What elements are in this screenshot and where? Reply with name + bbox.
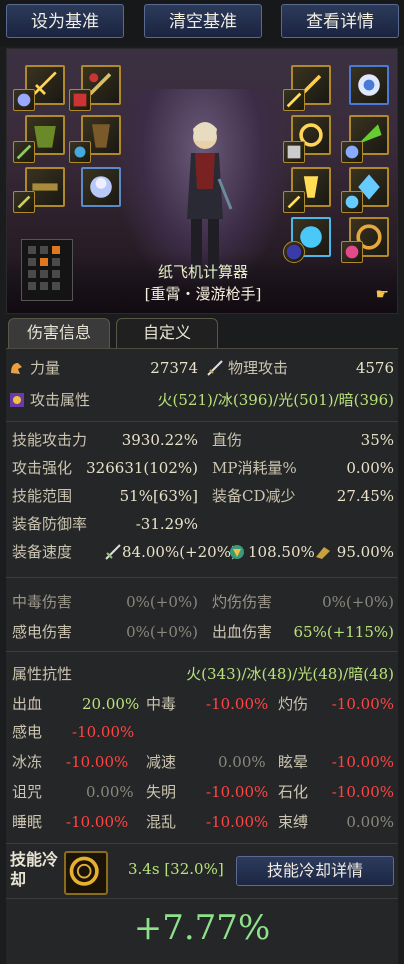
equip-slot-orb[interactable] [283, 241, 305, 263]
cooldown-label: 技能冷却 [10, 850, 59, 889]
resist-row-5: 睡眠 -10.00% 混乱 -10.00% 束缚 0.00% [12, 813, 394, 831]
equip-slot-emblem[interactable] [349, 65, 389, 105]
attack-boost-row: 攻击强化 326631(102%) MP消耗量% 0.00% [12, 459, 394, 477]
skill-range-row: 技能范围 51%[63%] 装备CD减少 27.45% [12, 487, 394, 505]
equip-slot-avatar-e[interactable] [283, 89, 305, 111]
equip-speed-row: 装备速度 84.00%(+20%) 108.50% 95.00% [12, 543, 394, 561]
equip-slot-avatar-d[interactable] [13, 191, 35, 213]
cooldown-ring-icon[interactable] [64, 851, 108, 895]
tab-bar: 伤害信息 自定义 [6, 316, 398, 349]
equip-slot-pet[interactable] [81, 167, 121, 207]
element-resist-row: 属性抗性 火(343)/冰(48)/光(48)/暗(48) [12, 665, 394, 683]
element-icon [10, 393, 24, 407]
shock-bleed-row: 感电伤害 0%(+0%) 出血伤害 65%(+115%) [12, 623, 394, 641]
character-class: [重霄・漫游枪手] [144, 285, 262, 303]
clear-baseline-button[interactable]: 清空基准 [144, 4, 262, 38]
equip-slot-avatar-c[interactable] [69, 141, 91, 163]
character-name: 纸飞机计算器 [157, 263, 248, 281]
phys-attack-value: 4576 [355, 359, 394, 377]
element-row: 攻击属性 火(521)/冰(396)/光(501)/暗(396) [6, 387, 398, 413]
equip-slot-avatar-a[interactable] [69, 89, 91, 111]
damage-change-percent: +7.77% [133, 908, 271, 948]
equip-slot-avatar-i[interactable] [341, 191, 363, 213]
tab-damage-info[interactable]: 伤害信息 [8, 318, 110, 348]
cooldown-details-button[interactable]: 技能冷却详情 [236, 856, 394, 886]
view-details-button[interactable]: 查看详情 [281, 4, 399, 38]
skill-attack-row: 技能攻击力 3930.22% 直伤 35% [12, 431, 394, 449]
set-baseline-button[interactable]: 设为基准 [6, 4, 124, 38]
equip-slot-avatar-f[interactable] [283, 141, 305, 163]
defense-pen-row: 装备防御率 -31.29% [12, 515, 198, 533]
pointer-hand-icon[interactable]: ☛ [376, 285, 389, 303]
cooldown-value: 3.4s [32.0%] [128, 860, 224, 878]
strength-icon [11, 363, 22, 374]
tab-custom[interactable]: 自定义 [116, 318, 218, 348]
sword-icon [207, 360, 223, 376]
equip-slot-avatar-g[interactable] [341, 141, 363, 163]
equip-slot-gem[interactable] [341, 241, 363, 263]
attack-element-value: 火(521)/冰(396)/光(501)/暗(396) [157, 391, 395, 409]
equip-slot-title[interactable] [13, 89, 35, 111]
move-speed-icon [316, 547, 330, 559]
strength-value: 27374 [150, 359, 198, 377]
attack-speed-icon [105, 544, 121, 560]
strength-row: 力量 27374 物理攻击 4576 [6, 355, 398, 381]
equip-slot-avatar-h[interactable] [283, 191, 305, 213]
top-toolbar: 设为基准 清空基准 查看详情 [0, 0, 404, 46]
resist-row-2: 感电 -10.00% [12, 723, 135, 741]
resist-row-3: 冰冻 -10.00% 减速 0.00% 眩晕 -10.00% [12, 753, 394, 771]
cast-speed-icon [230, 545, 244, 559]
poison-burn-row: 中毒伤害 0%(+0%) 灼伤伤害 0%(+0%) [12, 593, 394, 611]
character-panel: 纸飞机计算器 [重霄・漫游枪手] ☛ [6, 48, 398, 314]
resist-row-1: 出血 20.00% 中毒 -10.00% 灼伤 -10.00% [12, 695, 394, 713]
equip-slot-avatar-b[interactable] [13, 141, 35, 163]
resist-row-4: 诅咒 0.00% 失明 -10.00% 石化 -10.00% [12, 783, 394, 801]
